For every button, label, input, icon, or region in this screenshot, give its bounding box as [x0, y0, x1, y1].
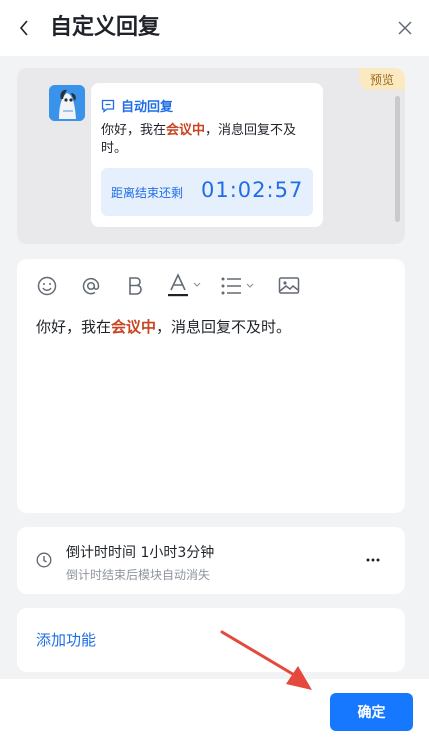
avatar	[49, 85, 85, 121]
close-button[interactable]	[395, 18, 415, 38]
list-icon	[221, 277, 254, 295]
close-icon	[398, 21, 412, 35]
confirm-button[interactable]: 确定	[330, 693, 413, 731]
card-title: 自动回复	[121, 100, 174, 115]
header-bar: 自定义回复	[0, 0, 429, 56]
editor-text-part: ，消息回复不及时。	[156, 318, 292, 336]
card-message: 你好，我在会议中，消息回复不及时。	[101, 122, 313, 158]
countdown-hint: 倒计时结束后模块自动消失	[66, 568, 211, 582]
font-color-icon	[168, 273, 201, 297]
mention-button[interactable]	[79, 271, 103, 301]
add-function-link[interactable]: 添加功能	[36, 629, 96, 650]
emoji-button[interactable]	[35, 271, 59, 301]
footer-bar: 确定	[0, 679, 429, 743]
card-message-highlight: 会议中	[166, 123, 206, 138]
preview-card: 自动回复 你好，我在会议中，消息回复不及时。 距离结束还剩 01:02:57	[91, 83, 323, 227]
page-title: 自定义回复	[50, 15, 161, 40]
card-header: 自动回复	[101, 96, 173, 115]
add-function-panel: 添加功能	[17, 608, 405, 672]
message-icon	[101, 99, 115, 113]
card-message-part: 你好，我在	[101, 123, 167, 138]
more-options-button[interactable]	[361, 551, 385, 569]
bold-icon	[129, 277, 142, 295]
emoji-icon	[37, 276, 57, 296]
list-button[interactable]	[220, 271, 258, 301]
preview-badge: 预览	[359, 68, 405, 90]
reply-editor[interactable]: 你好，我在会议中，消息回复不及时。	[17, 259, 405, 513]
bold-button[interactable]	[124, 271, 146, 301]
more-icon	[366, 558, 380, 562]
countdown-box: 距离结束还剩 01:02:57	[101, 168, 313, 216]
preview-scrollbar[interactable]	[395, 96, 400, 222]
preview-panel: 预览 自动回复 你好，我在会议中，消息回复不及时。 距离结束还剩 01:02:5…	[17, 68, 405, 244]
countdown-value: 01:02:57	[201, 178, 304, 202]
editor-text-part: 你好，我在	[36, 318, 112, 336]
editor-content[interactable]: 你好，我在会议中，消息回复不及时。	[36, 316, 291, 338]
image-icon	[278, 277, 300, 294]
countdown-time-label: 倒计时时间 1小时3分钟	[66, 545, 215, 561]
font-color-button[interactable]	[167, 271, 205, 301]
chevron-left-icon	[19, 20, 28, 36]
editor-toolbar	[17, 271, 405, 301]
countdown-label: 距离结束还剩	[111, 186, 184, 200]
image-button[interactable]	[277, 271, 301, 301]
back-button[interactable]	[14, 17, 34, 39]
avatar-image	[49, 85, 85, 121]
editor-text-highlight: 会议中	[111, 318, 157, 336]
mention-icon	[82, 277, 100, 295]
countdown-setting-row[interactable]: 倒计时时间 1小时3分钟 倒计时结束后模块自动消失	[17, 527, 405, 594]
clock-icon	[36, 552, 52, 568]
